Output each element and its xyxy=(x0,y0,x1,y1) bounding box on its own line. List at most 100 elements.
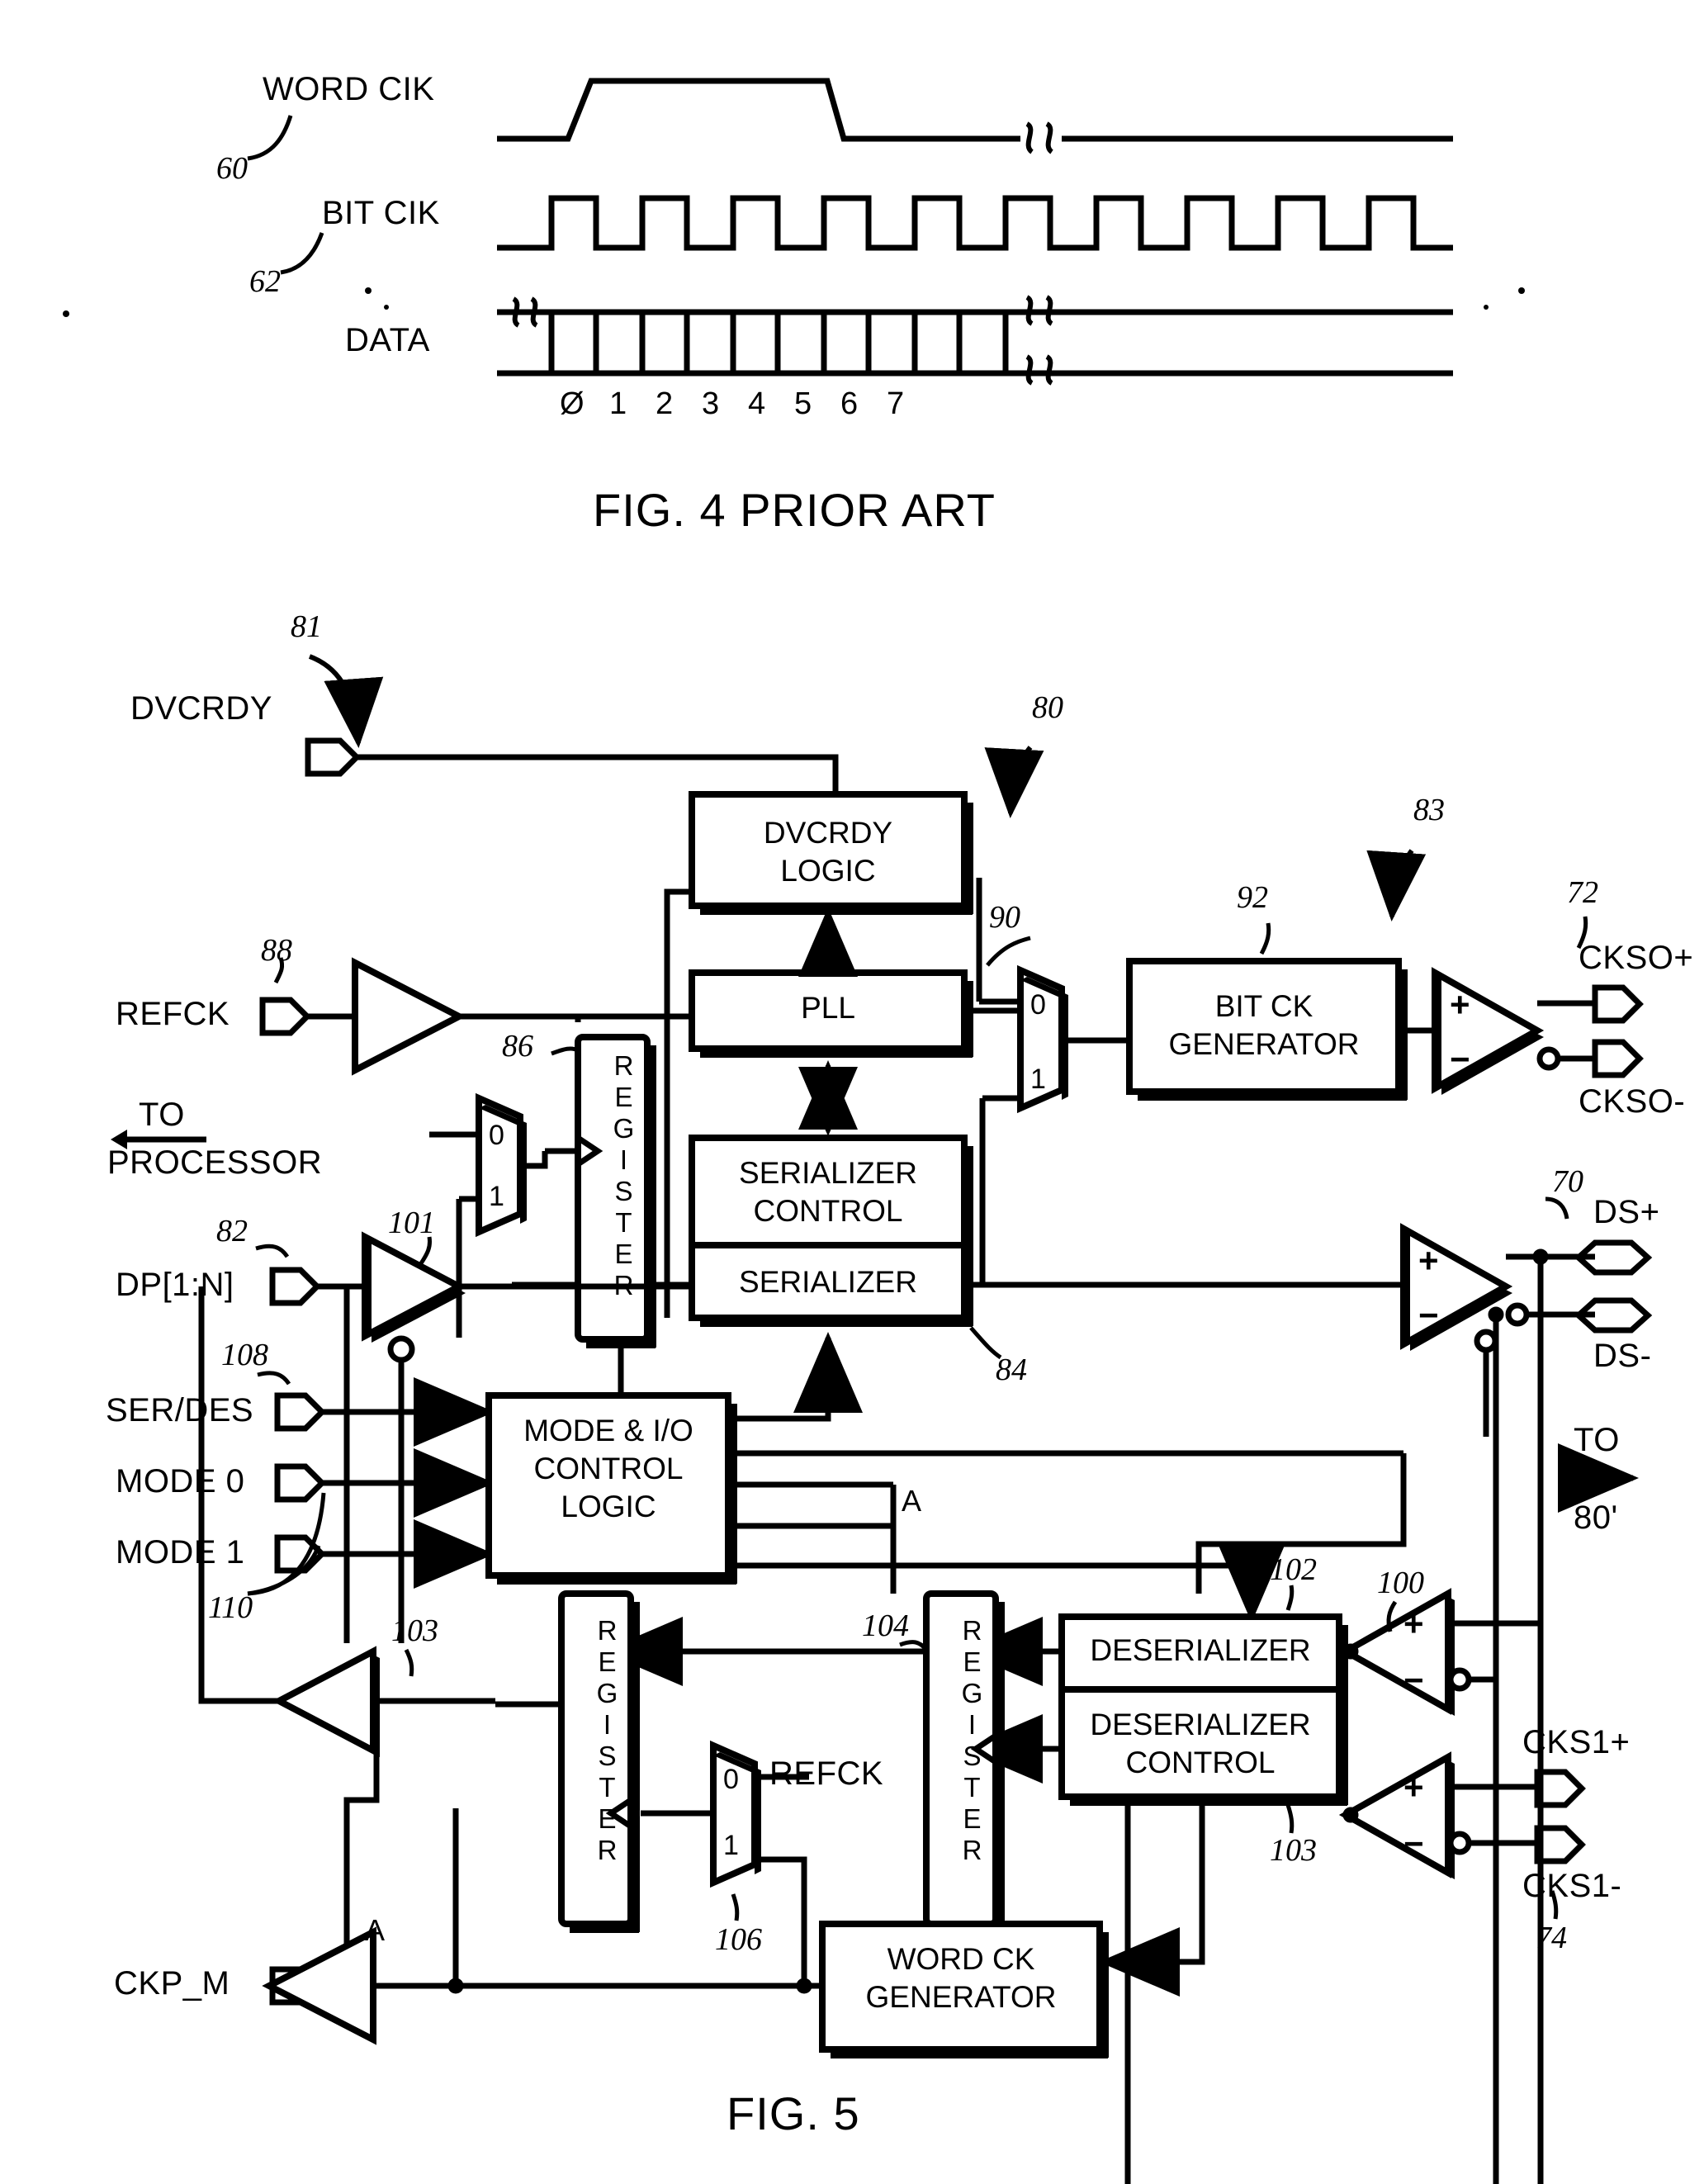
buffer-101-enable-bubble xyxy=(387,1335,415,1363)
bit-label-7: 7 xyxy=(887,386,905,421)
pin-ckso-n xyxy=(1592,1039,1644,1078)
ref-90: 90 xyxy=(989,900,1020,935)
leader-103a xyxy=(404,1648,414,1677)
bit-label-1: 1 xyxy=(609,386,627,421)
receiver-100-inverting-bubble xyxy=(1447,1667,1472,1692)
block-label-register-86: REGISTER xyxy=(608,1050,639,1301)
pin-label-dvcrdy: DVCRDY xyxy=(130,690,272,727)
receiver-cks1 xyxy=(1338,1751,1451,1878)
ref-102: 102 xyxy=(1270,1552,1317,1587)
driver-ds-label-minus: − xyxy=(1418,1296,1439,1334)
annotation-to-80prime-line1: TO xyxy=(1574,1422,1620,1458)
ref-82: 82 xyxy=(216,1214,248,1248)
buffer-refck xyxy=(352,957,466,1076)
leader-90 xyxy=(986,936,1031,967)
driver-ckso-label-minus: − xyxy=(1450,1040,1470,1078)
output-label-ckso-plus: CKSO+ xyxy=(1579,940,1694,976)
leader-60 xyxy=(247,115,293,161)
leader-70 xyxy=(1545,1196,1569,1220)
pin-label-dp: DP[1:N] xyxy=(116,1267,234,1303)
wire-dvcrdylogic-left xyxy=(664,888,692,1318)
junction-deserctl-in xyxy=(1342,1807,1359,1823)
waveform-word-cik xyxy=(497,78,1453,142)
mux-106-label-0: 0 xyxy=(723,1764,739,1795)
leader-86 xyxy=(551,1046,580,1056)
block-label-bit-ck-gen-line2: GENERATOR xyxy=(1168,1027,1360,1061)
wire-mux106-in1 xyxy=(755,1856,807,1978)
figure-caption-fig5: FIG. 5 xyxy=(727,2087,860,2139)
receiver-100-label-minus: − xyxy=(1403,1661,1424,1699)
leader-82 xyxy=(255,1244,290,1258)
mux-90-label-0: 0 xyxy=(1030,989,1046,1021)
block-label-word-ck-gen-line1: WORD CK xyxy=(887,1942,1035,1976)
ref-74: 74 xyxy=(1536,1921,1567,1955)
leader-arrow-83 xyxy=(1366,849,1427,921)
mux-left-label-0: 0 xyxy=(489,1120,504,1151)
patent-figure-sheet: WORD CIK 60 BIT CIK 62 DATA Ø 1 2 3 4 5 … xyxy=(0,0,1704,2184)
leader-101 xyxy=(419,1236,432,1265)
waveform-label-bit-cik: BIT CIK xyxy=(322,195,440,231)
output-label-ds-plus: DS+ xyxy=(1593,1194,1660,1230)
block-bit-ck-generator xyxy=(1126,958,1402,1095)
pin-cks1-p xyxy=(1534,1769,1586,1808)
break-squiggle-wordcik xyxy=(1025,121,1054,154)
driver-ckso-inverting-bubble xyxy=(1536,1046,1561,1071)
pin-label-serdes: SER/DES xyxy=(106,1392,254,1428)
ref-100: 100 xyxy=(1377,1566,1424,1600)
bit-label-4: 4 xyxy=(748,386,766,421)
mux-106-label-1: 1 xyxy=(723,1830,739,1861)
pin-refck xyxy=(259,997,311,1036)
ref-110: 110 xyxy=(208,1590,253,1625)
leader-102 xyxy=(1285,1585,1295,1611)
ref-81: 81 xyxy=(291,609,322,644)
ref-88: 88 xyxy=(261,933,292,968)
ref-101: 101 xyxy=(388,1206,435,1240)
mux-90-label-1: 1 xyxy=(1030,1064,1046,1095)
block-label-deserializer-control-line1: DESERIALIZER xyxy=(1090,1708,1311,1741)
leader-108 xyxy=(257,1371,291,1386)
driver-ds-label-plus: + xyxy=(1418,1241,1439,1280)
output-label-ckso-minus: CKSO- xyxy=(1579,1083,1686,1120)
output-label-cks1-plus: CKS1+ xyxy=(1522,1724,1631,1760)
waveform-label-word-cik: WORD CIK xyxy=(263,71,435,107)
driver-ds-inverting-bubble xyxy=(1505,1302,1530,1327)
ref-106: 106 xyxy=(715,1922,762,1957)
bit-label-6: 6 xyxy=(840,386,859,421)
arrow-to-processor xyxy=(111,1130,206,1149)
block-label-serializer: SERIALIZER xyxy=(739,1265,917,1299)
pin-dvcrdy xyxy=(305,737,361,777)
ref-70: 70 xyxy=(1552,1164,1583,1199)
receiver-100 xyxy=(1338,1588,1451,1715)
ref-60: 60 xyxy=(216,151,248,186)
leader-arrow-80 xyxy=(984,746,1044,818)
waveform-label-data: DATA xyxy=(345,322,430,358)
buffer-103 xyxy=(272,1646,376,1756)
ref-83: 83 xyxy=(1413,793,1445,827)
wire-mux90-vert-left xyxy=(976,878,986,1181)
junction-ckpm-2 xyxy=(796,1978,812,1994)
waveform-data xyxy=(497,309,1453,377)
block-label-deserializer: DESERIALIZER xyxy=(1090,1633,1311,1667)
block-label-serializer-control-line2: CONTROL xyxy=(753,1194,903,1228)
block-label-dvcrdy-logic-line2: LOGIC xyxy=(780,854,876,888)
diagram-vector-layer xyxy=(63,78,1653,2184)
wire-dvcrdy xyxy=(357,754,839,797)
node-label-a-lower: A xyxy=(365,1913,386,1947)
receiver-cks1-inverting-bubble xyxy=(1447,1831,1472,1855)
ref-62-value: 62 xyxy=(249,264,281,299)
block-dvcrdy-logic xyxy=(689,791,968,909)
pin-mode0 xyxy=(274,1463,326,1503)
pin-label-mode1: MODE 1 xyxy=(116,1534,245,1570)
leader-62 xyxy=(280,232,324,275)
receiver-cks1-label-plus: + xyxy=(1403,1768,1424,1807)
ref-72: 72 xyxy=(1567,875,1598,910)
ref-104: 104 xyxy=(862,1608,909,1643)
driver-ckso-label-plus: + xyxy=(1450,985,1470,1024)
block-label-mode-io-line2: CONTROL xyxy=(533,1452,684,1485)
figure-caption-fig4: FIG. 4 PRIOR ART xyxy=(593,484,996,536)
pin-dp xyxy=(269,1267,321,1306)
bit-label-2: 2 xyxy=(656,386,674,421)
block-label-dvcrdy-logic-line1: DVCRDY xyxy=(763,816,893,850)
node-label-a-upper: A xyxy=(902,1484,922,1518)
driver-ds-enable-bubble xyxy=(1474,1329,1498,1353)
